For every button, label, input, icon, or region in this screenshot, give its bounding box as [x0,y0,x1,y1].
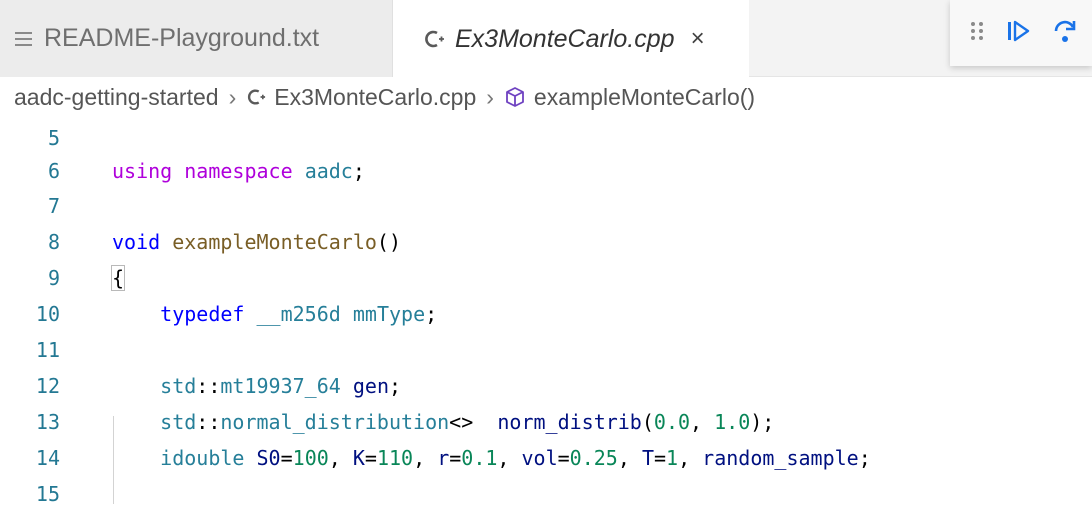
line-number: 5 [47,126,60,150]
line-number: 13 [35,410,60,434]
line-number: 6 [47,159,60,183]
code-text: typedef __m256d mmType; [160,302,438,326]
line-number: 8 [47,230,60,254]
code-text: std::mt19937_64 gen; [160,374,402,398]
code-text: idouble S0=100, K=110, r=0.1, vol=0.25, … [160,446,871,470]
code-line: 11 [0,332,1092,368]
code-line: 13 std::normal_distribution<> norm_distr… [0,404,1092,440]
step-over-icon[interactable] [1052,18,1078,49]
code-text: void exampleMonteCarlo() [112,230,402,254]
line-number: 15 [35,482,60,506]
code-line: 15 [0,476,1092,512]
code-text: { [110,265,126,291]
breadcrumb-symbol[interactable]: exampleMonteCarlo() [534,84,755,111]
text-file-icon [14,30,34,48]
code-line: 14 idouble S0=100, K=110, r=0.1, vol=0.2… [0,440,1092,476]
line-number: 9 [47,266,60,290]
line-number: 7 [47,194,60,218]
line-number: 10 [35,302,60,326]
code-line: 6 using namespace aadc; [0,153,1092,189]
close-tab-icon[interactable]: × [691,25,705,53]
breadcrumb-file[interactable]: Ex3MonteCarlo.cpp [274,84,476,111]
debug-toolbar [950,0,1092,66]
code-line: 7 [0,188,1092,224]
method-cube-icon [504,86,526,108]
code-line: 10 typedef __m256d mmType; [0,296,1092,332]
matched-brace: { [110,265,126,291]
code-text: std::normal_distribution<> norm_distrib(… [160,410,775,434]
code-line: 9 { [0,260,1092,296]
code-line: 12 std::mt19937_64 gen; [0,368,1092,404]
breadcrumb: aadc-getting-started › Ex3MonteCarlo.cpp… [0,77,1092,117]
tab-readme-playground[interactable]: README-Playground.txt [0,0,393,77]
code-line: 8 void exampleMonteCarlo() [0,224,1092,260]
tab-label: Ex3MonteCarlo.cpp [455,24,675,53]
code-editor[interactable]: 5 6 using namespace aadc; 7 8 void examp… [0,120,1092,506]
cpp-file-icon [423,28,445,50]
continue-icon[interactable] [1006,19,1030,48]
drag-handle-icon[interactable] [970,21,984,46]
code-text: using namespace aadc; [112,159,365,183]
code-line: 5 [0,120,1092,156]
line-number: 12 [35,374,60,398]
editor-tab-bar: README-Playground.txt Ex3MonteCarlo.cpp … [0,0,1092,78]
line-number: 11 [35,338,60,362]
cpp-file-icon [246,87,266,107]
tab-label: README-Playground.txt [44,24,320,52]
tab-ex3montecarlo[interactable]: Ex3MonteCarlo.cpp × [393,0,749,78]
line-number: 14 [35,446,60,470]
chevron-right-icon: › [486,83,494,110]
breadcrumb-folder[interactable]: aadc-getting-started [14,84,219,111]
chevron-right-icon: › [228,83,237,110]
